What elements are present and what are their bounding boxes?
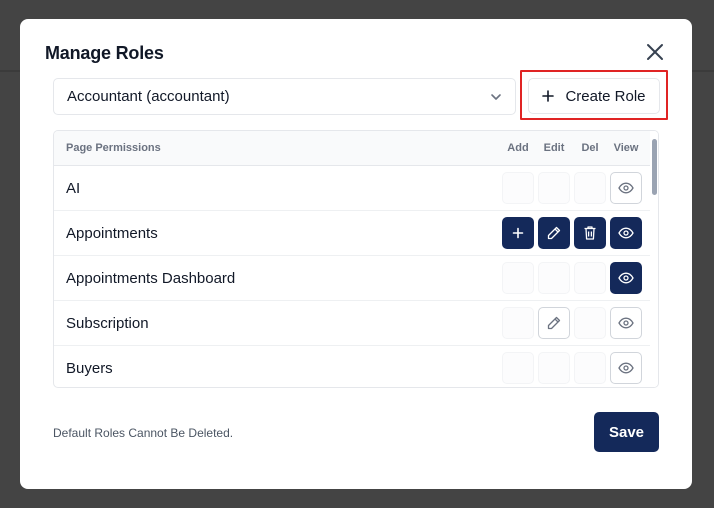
header-del: Del — [581, 142, 599, 154]
role-select[interactable]: Accountant (accountant) — [53, 78, 516, 115]
edit-permission-button[interactable] — [538, 217, 570, 249]
role-select-value: Accountant (accountant) — [67, 88, 230, 105]
trash-icon — [584, 226, 596, 240]
add-permission-button[interactable] — [502, 262, 534, 294]
delete-permission-button[interactable] — [574, 352, 606, 384]
table-row: Appointments Dashboard — [54, 256, 658, 301]
permissions-table: Page Permissions Add Edit Del View AI Ap… — [53, 130, 659, 388]
edit-permission-button[interactable] — [538, 307, 570, 339]
save-button[interactable]: Save — [594, 412, 659, 452]
row-page-name: Subscription — [66, 315, 149, 332]
row-page-name: Appointments — [66, 225, 158, 242]
plus-icon — [542, 90, 555, 102]
row-page-name: Appointments Dashboard — [66, 270, 236, 287]
table-row: Appointments — [54, 211, 658, 256]
create-role-label: Create Role — [565, 87, 646, 105]
eye-icon — [618, 317, 634, 329]
pencil-icon — [547, 226, 561, 240]
eye-icon — [618, 227, 634, 239]
header-view: View — [613, 142, 639, 154]
edit-permission-button[interactable] — [538, 172, 570, 204]
delete-permission-button[interactable] — [574, 172, 606, 204]
chevron-down-icon — [491, 94, 501, 100]
close-button[interactable] — [644, 41, 666, 63]
create-role-button[interactable]: Create Role — [528, 78, 660, 114]
view-permission-button[interactable] — [610, 172, 642, 204]
plus-icon — [512, 227, 524, 239]
table-body: AI Appointments Appointments Dashboard S… — [54, 166, 658, 387]
add-permission-button[interactable] — [502, 352, 534, 384]
add-permission-button[interactable] — [502, 217, 534, 249]
default-roles-note: Default Roles Cannot Be Deleted. — [53, 426, 234, 440]
view-permission-button[interactable] — [610, 262, 642, 294]
dialog-title: Manage Roles — [45, 43, 164, 63]
view-permission-button[interactable] — [610, 307, 642, 339]
row-page-name: AI — [66, 180, 81, 197]
delete-permission-button[interactable] — [574, 217, 606, 249]
delete-permission-button[interactable] — [574, 262, 606, 294]
pencil-icon — [547, 316, 561, 330]
header-page-permissions: Page Permissions — [66, 142, 161, 154]
edit-permission-button[interactable] — [538, 352, 570, 384]
close-icon — [647, 44, 663, 60]
edit-permission-button[interactable] — [538, 262, 570, 294]
table-scrollbar[interactable] — [650, 131, 658, 387]
table-row: AI — [54, 166, 658, 211]
table-row: Buyers — [54, 346, 658, 387]
table-header: Page Permissions Add Edit Del View — [54, 131, 658, 166]
add-permission-button[interactable] — [502, 307, 534, 339]
eye-icon — [618, 182, 634, 194]
manage-roles-dialog: Manage Roles Accountant (accountant) Cre… — [20, 19, 692, 489]
row-page-name: Buyers — [66, 360, 113, 377]
header-add: Add — [507, 142, 529, 154]
add-permission-button[interactable] — [502, 172, 534, 204]
delete-permission-button[interactable] — [574, 307, 606, 339]
scrollbar-thumb[interactable] — [652, 139, 657, 195]
table-row: Subscription — [54, 301, 658, 346]
eye-icon — [618, 272, 634, 284]
eye-icon — [618, 362, 634, 374]
view-permission-button[interactable] — [610, 352, 642, 384]
header-edit: Edit — [543, 142, 565, 154]
view-permission-button[interactable] — [610, 217, 642, 249]
